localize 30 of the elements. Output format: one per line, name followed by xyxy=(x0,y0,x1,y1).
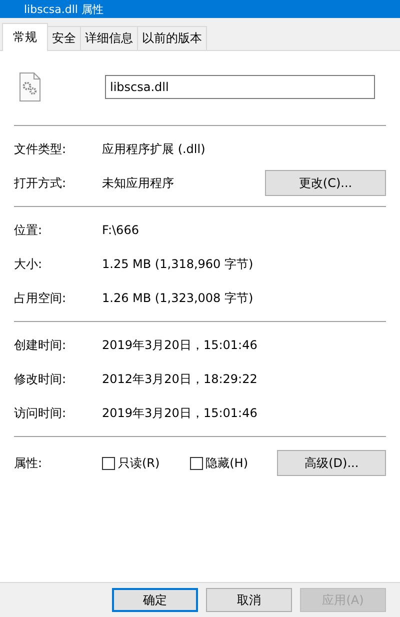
advanced-button[interactable]: 高级(D)... xyxy=(277,450,386,476)
checkbox-label[interactable]: 只读(R) xyxy=(118,454,160,472)
field-value: 2019年3月20日，15:01:46 xyxy=(102,404,258,422)
dialog-button[interactable]: 取消 xyxy=(206,588,292,612)
field-label: 属性: xyxy=(14,454,44,472)
field-label: 大小: xyxy=(14,256,44,272)
file-gear-icon xyxy=(19,72,41,102)
field-value: 1.26 MB (1,323,008 字节) xyxy=(102,290,254,306)
field-value: 2019年3月20日，15:01:46 xyxy=(102,336,258,354)
field-label: 打开方式: xyxy=(14,174,68,192)
field-label: 访问时间: xyxy=(14,404,68,422)
field-label: 创建时间: xyxy=(14,336,68,354)
field-label: 占用空间: xyxy=(14,290,68,306)
field-label: 修改时间: xyxy=(14,370,68,388)
checkbox-label[interactable]: 隐藏(H) xyxy=(206,454,248,472)
window-title: libscsa.dll 属性 xyxy=(24,2,104,16)
tab[interactable]: 常规 xyxy=(2,23,48,51)
field-value: 2012年3月20日，18:29:22 xyxy=(102,370,258,388)
change-button[interactable]: 更改(C)... xyxy=(265,170,386,196)
file-name-field[interactable]: libscsa.dll xyxy=(105,75,375,99)
dialog-button[interactable]: 确定 xyxy=(112,588,198,612)
field-label: 文件类型: xyxy=(14,140,68,158)
field-value: 未知应用程序 xyxy=(102,174,175,192)
field-value: 1.25 MB (1,318,960 字节) xyxy=(102,256,254,272)
tab[interactable]: 以前的版本 xyxy=(137,26,207,50)
field-value: 应用程序扩展 (.dll) xyxy=(102,140,206,158)
field-label: 位置: xyxy=(14,222,44,238)
checkbox[interactable] xyxy=(190,456,203,470)
field-value: F:\666 xyxy=(102,223,140,237)
checkbox[interactable] xyxy=(102,456,115,470)
